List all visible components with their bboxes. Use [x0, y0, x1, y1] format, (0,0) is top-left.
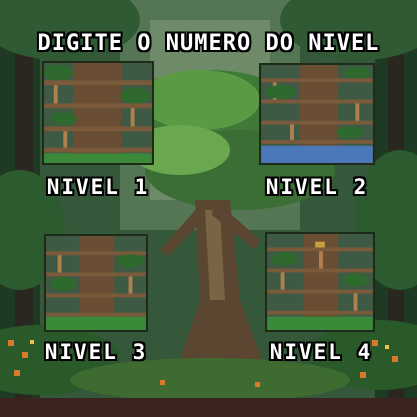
level-4-thumbnail: [265, 232, 375, 332]
page-title: DIGITE O NUMERO DO NIVEL: [37, 31, 380, 56]
level-map-image: [44, 63, 152, 163]
level-3-label: NIVEL 3: [44, 340, 148, 364]
level-2-thumbnail: [259, 63, 375, 165]
level-2-option[interactable]: NIVEL 2: [259, 63, 377, 203]
ground-strip: [0, 398, 417, 417]
level-1-thumbnail: [42, 61, 154, 165]
level-map-image: [267, 234, 373, 330]
level-3-option[interactable]: NIVEL 3: [44, 234, 148, 368]
level-1-option[interactable]: NIVEL 1: [42, 61, 154, 201]
level-4-label: NIVEL 4: [269, 340, 373, 364]
level-3-thumbnail: [44, 234, 148, 332]
level-2-label: NIVEL 2: [265, 175, 369, 199]
level-map-image: [261, 65, 373, 163]
level-4-option[interactable]: NIVEL 4: [265, 232, 377, 368]
level-map-image: [46, 236, 146, 330]
level-1-label: NIVEL 1: [46, 175, 150, 199]
